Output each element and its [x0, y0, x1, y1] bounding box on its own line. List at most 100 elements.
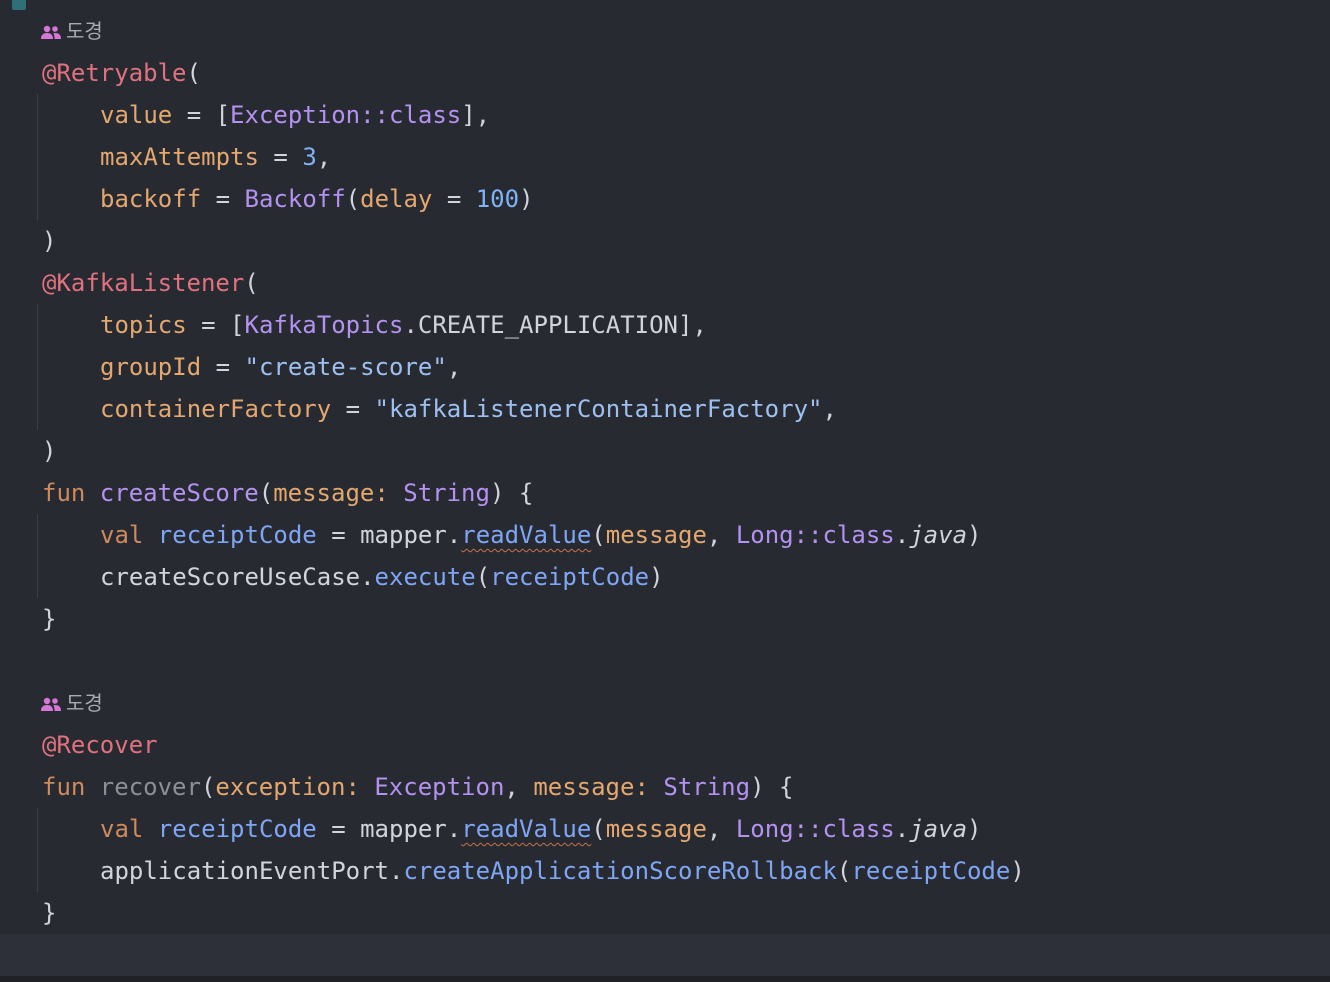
code-token: message:	[533, 773, 664, 801]
code-token: fun	[42, 773, 100, 801]
code-token: delay	[360, 185, 433, 213]
code-token: java	[909, 521, 968, 549]
code-token: = [	[172, 101, 231, 129]
code-token: ,	[822, 395, 837, 423]
author-hint[interactable]: 도경	[40, 688, 103, 720]
code-line[interactable]: applicationEventPort.createApplicationSc…	[100, 850, 1025, 892]
bookmark-marker	[12, 0, 26, 10]
code-token: @Recover	[42, 731, 158, 759]
code-token: applicationEventPort.	[100, 857, 404, 885]
code-token: (	[475, 563, 491, 591]
code-token: ) {	[750, 773, 794, 801]
code-line[interactable]: val receiptCode = mapper.readValue(messa…	[100, 808, 981, 850]
code-token: createScoreUseCase.	[100, 563, 375, 591]
author-name: 도경	[66, 693, 103, 715]
indent-guide	[37, 94, 38, 220]
code-token: = [	[186, 311, 245, 339]
code-token: )	[967, 815, 982, 843]
code-token: receiptCode	[157, 815, 317, 843]
code-line[interactable]: topics = [KafkaTopics.CREATE_APPLICATION…	[100, 304, 707, 346]
code-token: =	[201, 185, 245, 213]
code-token: )	[1010, 857, 1025, 885]
code-token: .	[894, 521, 910, 549]
code-line[interactable]: )	[42, 430, 56, 472]
code-line[interactable]: groupId = "create-score",	[100, 346, 461, 388]
code-line[interactable]: value = [Exception::class],	[100, 94, 490, 136]
code-token: =	[432, 185, 476, 213]
code-token: )	[649, 563, 664, 591]
code-token: ,	[504, 773, 534, 801]
people-icon	[41, 697, 61, 711]
editor-bottom-edge	[0, 976, 1330, 982]
code-token: ,	[316, 143, 332, 171]
code-line[interactable]: maxAttempts = 3,	[100, 136, 331, 178]
code-line[interactable]: fun recover(exception: Exception, messag…	[42, 766, 793, 808]
author-hint[interactable]: 도경	[40, 16, 103, 48]
code-token: (	[200, 773, 216, 801]
code-line[interactable]: val receiptCode = mapper.readValue(messa…	[100, 514, 981, 556]
code-token: message:	[273, 479, 404, 507]
code-token: String	[403, 479, 490, 507]
indent-guide	[37, 304, 38, 430]
people-icon	[41, 25, 61, 39]
code-line[interactable]: @KafkaListener(	[42, 262, 259, 304]
code-token: createApplicationScoreRollback	[403, 857, 837, 885]
code-token: =	[258, 143, 303, 171]
indent-guide	[37, 808, 38, 892]
code-token: Long::class	[735, 521, 895, 549]
code-token: val	[100, 521, 158, 549]
code-token: @KafkaListener	[42, 269, 245, 297]
code-line[interactable]: }	[42, 598, 56, 640]
code-token: Exception::class	[230, 101, 462, 129]
code-line[interactable]: }	[42, 892, 56, 934]
code-token: maxAttempts	[100, 143, 259, 171]
code-token: (	[345, 185, 361, 213]
code-token: ,	[706, 815, 736, 843]
code-token: (	[836, 857, 852, 885]
code-line[interactable]: containerFactory = "kafkaListenerContain…	[100, 388, 837, 430]
code-token: "kafkaListenerContainerFactory"	[374, 395, 823, 423]
code-token: }	[42, 899, 57, 927]
code-line[interactable]: @Retryable(	[42, 52, 201, 94]
code-token: )	[42, 437, 57, 465]
code-editor[interactable]: 도경 도경 @Retryable( value = [Exception::cl…	[0, 0, 1330, 982]
code-token: message	[605, 815, 707, 843]
code-token: KafkaTopics	[244, 311, 404, 339]
code-token: = mapper.	[316, 815, 462, 843]
code-token: Exception	[374, 773, 505, 801]
code-line[interactable]: createScoreUseCase.execute(receiptCode)	[100, 556, 664, 598]
code-token: recover	[99, 773, 201, 801]
code-token: containerFactory	[100, 395, 332, 423]
author-name: 도경	[66, 21, 103, 43]
code-token: (	[591, 815, 606, 843]
code-line[interactable]: backoff = Backoff(delay = 100)	[100, 178, 534, 220]
code-line[interactable]: @Recover	[42, 724, 158, 766]
code-token: receiptCode	[157, 521, 317, 549]
code-token: =	[201, 353, 245, 381]
code-token: .CREATE_APPLICATION],	[403, 311, 707, 339]
code-token: =	[331, 395, 375, 423]
current-line-highlight	[0, 934, 1330, 976]
code-token: message	[605, 521, 707, 549]
code-token: val	[100, 815, 158, 843]
code-token: )	[967, 521, 982, 549]
code-token: ) {	[489, 479, 534, 507]
code-token: receiptCode	[490, 563, 650, 591]
code-token: topics	[100, 311, 187, 339]
code-line[interactable]: fun createScore(message: String) {	[42, 472, 533, 514]
code-token: (	[591, 521, 606, 549]
indent-guide	[37, 514, 38, 598]
code-token: Backoff	[244, 185, 346, 213]
code-token: String	[663, 773, 751, 801]
code-token: (	[244, 269, 259, 297]
code-token: .	[894, 815, 910, 843]
code-token: = mapper.	[316, 521, 462, 549]
code-line[interactable]: )	[42, 220, 56, 262]
code-token: }	[42, 605, 57, 633]
code-token: Long::class	[735, 815, 895, 843]
code-token: readValue	[461, 521, 592, 549]
code-token: value	[100, 101, 173, 129]
code-token: ,	[706, 521, 736, 549]
code-token: 3	[302, 143, 317, 171]
code-token: )	[42, 227, 57, 255]
